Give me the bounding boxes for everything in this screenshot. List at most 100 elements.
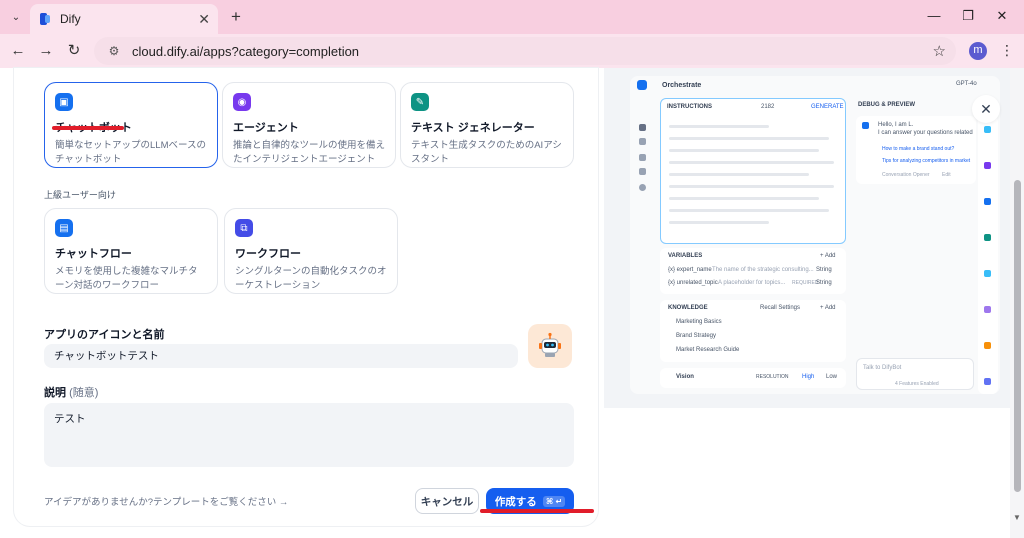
preview-tool-icon (984, 378, 991, 385)
preview-tool-icon (984, 162, 991, 169)
card-title: ワークフロー (235, 248, 301, 260)
placeholder-line (669, 161, 834, 164)
card-desc: 推論と自律的なツールの使用を備えたインテリジェントエージェント (233, 140, 386, 165)
app-name-input[interactable]: チャットボットテスト (44, 344, 518, 368)
tab-title: Dify (60, 12, 81, 26)
card-desc: シングルターンの自動化タスクのオーケストレーション (235, 266, 387, 291)
preview-var-type: String (816, 280, 832, 286)
preview-instructions-label: INSTRUCTIONS (667, 104, 712, 110)
preview-variables: VARIABLES + Add {x} expert_name The name… (660, 248, 846, 294)
placeholder-line (669, 185, 834, 188)
red-annotation-underline (52, 126, 124, 130)
placeholder-line (669, 137, 829, 140)
placeholder-line (669, 209, 829, 212)
new-tab-icon[interactable]: + (226, 7, 246, 27)
preview-orchestrate: Orchestrate (662, 82, 702, 89)
description-textarea[interactable]: テスト (44, 403, 574, 467)
scrollbar-thumb[interactable] (1014, 180, 1021, 492)
browser-tab[interactable]: Dify ✕ (30, 4, 218, 34)
advanced-section-label: 上級ユーザー向け (44, 190, 116, 200)
app-type-card-chatbot[interactable]: ▣ チャットボット 簡単なセットアップのLLMベースのチャットボット (44, 82, 218, 168)
app-icon-picker[interactable] (528, 324, 572, 368)
chatbot-icon: ▣ (55, 93, 73, 111)
back-icon[interactable]: ← (8, 41, 28, 61)
address-bar[interactable]: ⚙ cloud.dify.ai/apps?category=completion… (94, 37, 956, 65)
restore-icon[interactable]: ❐ (958, 8, 978, 24)
preview-kb-item: Marketing Basics (676, 319, 722, 325)
app-type-card-workflow[interactable]: ⧉ ワークフロー シングルターンの自動化タスクのオーケストレーション (224, 208, 398, 294)
card-desc: メモリを使用した複雑なマルチターン対話のワークフロー (55, 266, 198, 291)
preview-tool-icon (984, 234, 991, 241)
text-generator-icon: ✎ (411, 93, 429, 111)
preview-greeting: I can answer your questions related (878, 130, 973, 136)
preview-vision: Vision RESOLUTION High Low (660, 368, 846, 388)
bookmark-star-icon[interactable]: ☆ (933, 42, 946, 60)
shortcut-hint: ⌘ ↵ (542, 495, 566, 507)
preview-var-name: {x} unrelated_topic (668, 280, 718, 286)
preview-var-type: String (816, 267, 832, 273)
tab-close-icon[interactable]: ✕ (198, 11, 210, 28)
preview-nav-icon (639, 154, 646, 161)
app-type-card-agent[interactable]: ◉ エージェント 推論と自律的なツールの使用を備えたインテリジェントエージェント (222, 82, 396, 168)
preview-talk: Talk to DifyBot (863, 365, 902, 371)
preview-high: High (802, 374, 815, 380)
arrow-right-icon: → (278, 497, 289, 508)
preview-low: Low (826, 374, 838, 380)
close-dialog-icon[interactable]: ✕ (972, 95, 1000, 123)
cancel-button[interactable]: キャンセル (415, 488, 479, 514)
preview-chat-card: Hello, I am L. I can answer your questio… (856, 116, 976, 184)
preview-add: + Add (820, 305, 836, 311)
preview-nav-icon (639, 168, 646, 175)
site-settings-icon[interactable]: ⚙ (106, 43, 122, 59)
preview-var-tag: REQUIRED (792, 280, 819, 286)
red-annotation-underline-create (480, 509, 594, 513)
preview-add: + Add (820, 253, 836, 259)
preview-bot-icon (862, 122, 869, 129)
app-preview-panel: Orchestrate GPT-4o INSTRUCTIONS 2182 GEN… (604, 68, 1010, 408)
template-link[interactable]: アイデアがありませんか?テンプレートをご覧ください → (44, 494, 288, 508)
browser-tabbar: ⌄ Dify ✕ + — ❐ ✕ (0, 0, 1024, 34)
forward-icon[interactable]: → (36, 41, 56, 61)
preview-var-desc: The name of the strategic consulting... (712, 267, 814, 273)
preview-kb-item: Market Research Guide (676, 347, 740, 353)
create-app-panel: ▣ チャットボット 簡単なセットアップのLLMベースのチャットボット ◉ エージ… (14, 68, 598, 526)
placeholder-line (669, 149, 819, 152)
minimize-icon[interactable]: — (924, 8, 944, 23)
dify-favicon-icon (40, 13, 50, 25)
placeholder-line (669, 221, 769, 224)
reload-icon[interactable]: ↻ (64, 41, 84, 61)
preview-nav-icon (639, 138, 646, 145)
preview-token-count: 2182 (761, 104, 775, 110)
card-title: テキスト ジェネレーター (411, 122, 535, 134)
robot-icon (539, 332, 561, 357)
placeholder-line (669, 125, 769, 128)
preview-resolution: RESOLUTION (756, 374, 789, 380)
preview-tool-icon (984, 342, 991, 349)
url-text: cloud.dify.ai/apps?category=completion (132, 43, 360, 59)
card-desc: 簡単なセットアップのLLMベースのチャットボット (55, 140, 207, 165)
preview-vision-label: Vision (676, 374, 694, 380)
preview-tool-rail (978, 116, 998, 394)
optional-tag: (随意) (69, 387, 99, 399)
page: ▣ チャットボット 簡単なセットアップのLLMベースのチャットボット ◉ エージ… (0, 68, 1024, 538)
app-type-card-text-generator[interactable]: ✎ テキスト ジェネレーター テキスト生成タスクのためのAIアシスタント (400, 82, 574, 168)
app-type-card-chatflow[interactable]: ▤ チャットフロー メモリを使用した複雑なマルチターン対話のワークフロー (44, 208, 218, 294)
window-close-icon[interactable]: ✕ (992, 8, 1012, 24)
preview-tool-icon (984, 198, 991, 205)
card-title: チャットフロー (55, 248, 132, 260)
preview-opener: Conversation Opener (882, 172, 930, 178)
preview-var-desc: A placeholder for topics... (718, 280, 786, 286)
preview-kb-item: Brand Strategy (676, 333, 717, 339)
card-title: エージェント (233, 122, 299, 134)
browser-menu-icon[interactable]: ⋮ (1000, 42, 1014, 59)
preview-tool-icon (984, 126, 991, 133)
tab-search-chevron-icon[interactable]: ⌄ (6, 7, 26, 27)
description-label-text: 説明 (44, 387, 66, 399)
preview-generate: GENERATE (811, 104, 844, 110)
preview-tool-icon (984, 270, 991, 277)
preview-edit: Edit (942, 172, 951, 178)
profile-avatar[interactable]: m (969, 42, 987, 60)
preview-instructions: INSTRUCTIONS 2182 GENERATE (660, 98, 846, 244)
scroll-down-icon[interactable]: ▼ (1013, 513, 1021, 522)
workflow-icon: ⧉ (235, 219, 253, 237)
